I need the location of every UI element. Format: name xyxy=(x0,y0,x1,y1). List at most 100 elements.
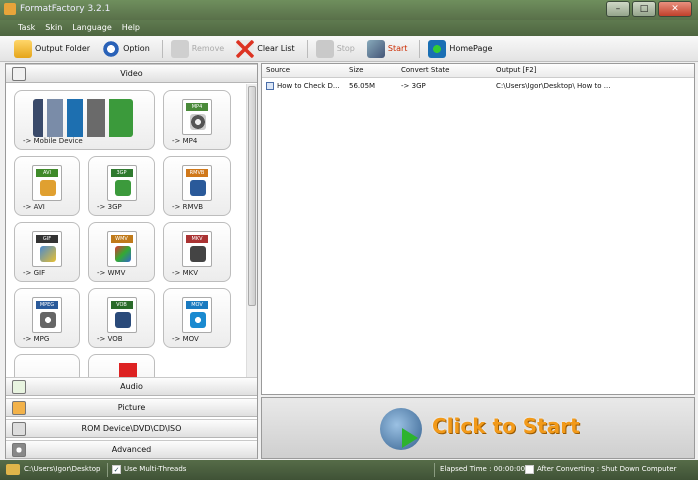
category-video[interactable]: Video xyxy=(6,64,257,83)
remove-button[interactable]: Remove xyxy=(167,38,228,60)
stop-button[interactable]: Stop xyxy=(312,38,359,60)
category-rom[interactable]: ROM Device\DVD\CD\ISO xyxy=(6,419,257,438)
toolbar-separator xyxy=(161,39,163,58)
option-icon xyxy=(102,39,121,58)
category-audio[interactable]: Audio xyxy=(6,377,257,396)
quicktime-icon xyxy=(190,312,206,328)
option-label: Option xyxy=(123,44,150,53)
toolbar: Output Folder Option Remove Clear List S… xyxy=(0,36,698,62)
cell-source: How to Check D... xyxy=(277,82,340,90)
tile-more[interactable] xyxy=(88,354,155,379)
tile-mkv[interactable]: MKV -> MKV xyxy=(163,222,231,282)
category-picture[interactable]: Picture xyxy=(6,398,257,417)
tile-label: -> AVI xyxy=(23,203,45,211)
clear-list-button[interactable]: Clear List xyxy=(232,38,298,60)
remove-label: Remove xyxy=(191,44,225,53)
cell-output: C:\Users\Igor\Desktop\ How to ... xyxy=(496,82,611,90)
category-video-label: Video xyxy=(120,69,143,78)
file-tag: GIF xyxy=(36,235,58,243)
after-converting-checkbox[interactable] xyxy=(525,465,534,474)
category-advanced[interactable]: Advanced xyxy=(6,440,257,459)
status-bar: C:\Users\Igor\Desktop ✓ Use Multi-Thread… xyxy=(0,460,698,480)
mp4-file-icon: MP4 xyxy=(182,99,212,135)
globe-icon xyxy=(428,39,447,58)
cell-size: 56.05M xyxy=(349,82,376,90)
multithreads-label: Use Multi-Threads xyxy=(124,465,187,473)
option-button[interactable]: Option xyxy=(98,38,154,60)
file-icon xyxy=(119,363,137,377)
tile-mp4[interactable]: MP4 -> MP4 xyxy=(163,90,231,150)
tile-gif[interactable]: GIF -> GIF xyxy=(14,222,80,282)
column-source[interactable]: Source xyxy=(266,66,290,74)
disc-icon xyxy=(114,312,131,328)
start-button[interactable]: Start xyxy=(363,38,412,60)
output-folder-button[interactable]: Output Folder xyxy=(10,38,94,60)
phone-icon xyxy=(114,180,131,196)
3gp-file-icon: 3GP xyxy=(106,165,137,201)
tile-more[interactable] xyxy=(14,354,80,379)
tile-mov[interactable]: MOV -> MOV xyxy=(163,288,231,348)
disc-drive-icon xyxy=(12,422,26,436)
menu-language[interactable]: Language xyxy=(72,20,111,36)
task-list: Source Size Convert State Output [F2] Ho… xyxy=(261,63,695,395)
file-icon xyxy=(266,82,274,90)
output-folder-label: Output Folder xyxy=(35,44,91,53)
menu-help[interactable]: Help xyxy=(122,20,140,36)
tile-label: -> MOV xyxy=(172,335,199,343)
tile-label: -> Mobile Device xyxy=(23,137,83,145)
tile-label: -> WMV xyxy=(97,269,126,277)
table-row[interactable]: How to Check D... 56.05M -> 3GP C:\Users… xyxy=(262,79,694,93)
video-scrollbar[interactable] xyxy=(246,84,257,379)
multithreads-checkbox[interactable]: ✓ xyxy=(112,465,121,474)
tile-mpg[interactable]: MPEG -> MPG xyxy=(14,288,80,348)
wmv-file-icon: WMV xyxy=(106,231,137,267)
tile-mobile-device[interactable]: -> Mobile Device xyxy=(14,90,155,150)
music-note-icon xyxy=(12,380,26,394)
folder-icon[interactable] xyxy=(6,464,20,475)
start-conversion-icon xyxy=(380,408,422,450)
vob-file-icon: VOB xyxy=(106,297,137,333)
mobile-devices-icon xyxy=(33,99,133,137)
column-convert-state[interactable]: Convert State xyxy=(401,66,449,74)
window-controls: – □ ✕ xyxy=(606,1,692,17)
minimize-button[interactable]: – xyxy=(606,1,630,17)
close-button[interactable]: ✕ xyxy=(658,1,692,17)
file-tag: MKV xyxy=(186,235,208,243)
app-icon xyxy=(4,3,16,15)
output-path: C:\Users\Igor\Desktop xyxy=(24,465,101,473)
maximize-button[interactable]: □ xyxy=(632,1,656,17)
column-output[interactable]: Output [F2] xyxy=(496,66,536,74)
scrollbar-thumb[interactable] xyxy=(248,86,256,306)
title-bar: FormatFactory 3.2.1 – □ ✕ xyxy=(0,0,698,20)
tile-avi[interactable]: AVI -> AVI xyxy=(14,156,80,216)
tile-label: -> RMVB xyxy=(172,203,204,211)
category-panel: Video -> Mobile Device MP4 -> MP4 AVI ->… xyxy=(5,63,258,459)
tile-vob[interactable]: VOB -> VOB xyxy=(88,288,155,348)
picture-icon xyxy=(12,401,26,415)
clear-list-icon xyxy=(236,39,255,58)
menu-skin[interactable]: Skin xyxy=(45,20,62,36)
tile-3gp[interactable]: 3GP -> 3GP xyxy=(88,156,155,216)
category-advanced-label: Advanced xyxy=(111,445,152,454)
file-tag: MP4 xyxy=(186,103,208,111)
task-list-header: Source Size Convert State Output [F2] xyxy=(262,64,694,78)
stop-icon xyxy=(315,39,334,58)
file-tag: VOB xyxy=(110,301,133,309)
menu-task[interactable]: Task xyxy=(18,20,35,36)
tile-wmv[interactable]: WMV -> WMV xyxy=(88,222,155,282)
tile-label: -> 3GP xyxy=(97,203,122,211)
category-audio-label: Audio xyxy=(120,382,143,391)
tile-rmvb[interactable]: RMVB -> RMVB xyxy=(163,156,231,216)
click-to-start-area[interactable]: Click to Start xyxy=(261,397,695,459)
film-reel-icon xyxy=(190,114,206,130)
file-tag: MPEG xyxy=(36,301,58,309)
file-tag: 3GP xyxy=(110,169,133,177)
cell-state: -> 3GP xyxy=(401,82,426,90)
stop-label: Stop xyxy=(336,44,355,53)
video-format-grid: -> Mobile Device MP4 -> MP4 AVI -> AVI 3… xyxy=(6,84,246,379)
homepage-button[interactable]: HomePage xyxy=(424,38,496,60)
column-size[interactable]: Size xyxy=(349,66,363,74)
category-rom-label: ROM Device\DVD\CD\ISO xyxy=(81,424,182,433)
video-category-icon xyxy=(12,67,26,81)
window-title: FormatFactory 3.2.1 xyxy=(20,4,111,14)
